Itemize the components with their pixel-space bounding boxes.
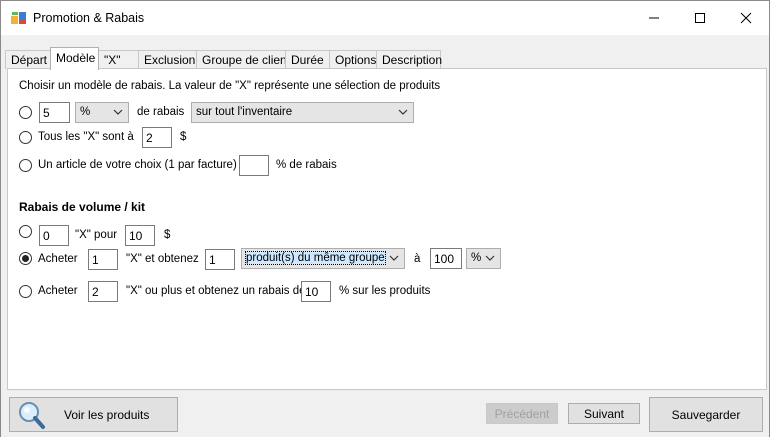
app-icon [11,12,26,24]
chevron-down-icon [113,109,123,115]
unit-dropdown[interactable]: % [75,102,129,123]
magnifier-icon [19,401,45,429]
acheter-label-2: Acheter [38,285,78,297]
unit-dropdown-value: % [80,106,91,118]
window-title: Promotion & Rabais [33,11,145,25]
discount-amount-input[interactable] [430,248,462,269]
chevron-down-icon [398,109,408,115]
maximize-icon [695,13,705,23]
volume-heading: Rabais de volume / kit [19,200,146,214]
title-bar: Promotion & Rabais [1,1,769,35]
x-pour-label: "X" pour [75,229,118,241]
radio-buy-more[interactable] [19,285,32,298]
article-choice-label: Un article de votre choix (1 par facture… [38,159,247,171]
all-x-label: Tous les "X" sont à [38,131,134,143]
discount-unit-value: % [471,252,482,264]
get-qty-input[interactable] [205,249,235,270]
tab-duree[interactable]: Durée [285,50,330,69]
chevron-down-icon [485,255,495,261]
minimize-button[interactable] [631,1,677,35]
radio-percent-inventory[interactable] [19,106,32,119]
next-button[interactable]: Suivant [568,403,640,424]
acheter-label: Acheter [38,253,78,265]
save-button[interactable]: Sauvegarder [649,397,763,432]
x-et-obtenez-label: "X" et obtenez [126,253,199,265]
tab-x[interactable]: "X" [98,50,139,69]
percent-rabais-label: % de rabais [276,159,337,171]
sur-les-produits-label: % sur les produits [339,285,431,297]
x-for-price-input[interactable] [125,225,155,246]
radio-all-x-price[interactable] [19,131,32,144]
buy-more-discount-input[interactable] [301,281,331,302]
tab-description[interactable]: Description [376,50,442,69]
scope-dropdown-value: sur tout l'inventaire [196,106,293,118]
a-label: à [414,253,421,265]
close-icon [740,12,752,24]
all-x-price-input[interactable] [142,127,172,148]
radio-x-for-price[interactable] [19,225,32,238]
tab-groupe-de-client[interactable]: Groupe de client [196,50,290,69]
chevron-down-icon [389,255,399,261]
x-for-qty-input[interactable] [39,225,69,246]
scope-dropdown[interactable]: sur tout l'inventaire [191,102,414,123]
de-rabais-label: de rabais [137,106,185,118]
radio-buy-get[interactable] [19,252,32,265]
x-for-dollar-label: $ [164,229,171,241]
buy-qty-input[interactable] [88,249,118,270]
target-group-dropdown-value: produit(s) du même groupe [245,251,386,265]
dollar-label: $ [180,131,187,143]
previous-button[interactable]: Précédent [486,403,558,424]
maximize-button[interactable] [677,1,723,35]
minimize-icon [649,17,659,19]
tab-depart[interactable]: Départ [5,50,51,69]
view-products-label: Voir les produits [64,407,150,422]
x-ou-plus-label: "X" ou plus et obtenez un rabais de [126,285,306,297]
intro-text: Choisir un modèle de rabais. La valeur d… [19,80,441,92]
buy-more-qty-input[interactable] [88,281,118,302]
radio-article-choice[interactable] [19,159,32,172]
close-button[interactable] [723,1,769,35]
main-window: Promotion & Rabais Départ Modèle "X" Exc… [0,0,770,437]
article-choice-input[interactable] [239,155,269,176]
view-products-button[interactable]: Voir les produits [9,397,178,432]
tab-modele[interactable]: Modèle [50,47,99,70]
tab-options[interactable]: Options [329,50,377,69]
discount-unit-dropdown[interactable]: % [466,248,501,269]
target-group-dropdown[interactable]: produit(s) du même groupe [241,248,405,269]
tab-exclusion[interactable]: Exclusion [138,50,197,69]
percent-value-input[interactable] [39,102,70,123]
